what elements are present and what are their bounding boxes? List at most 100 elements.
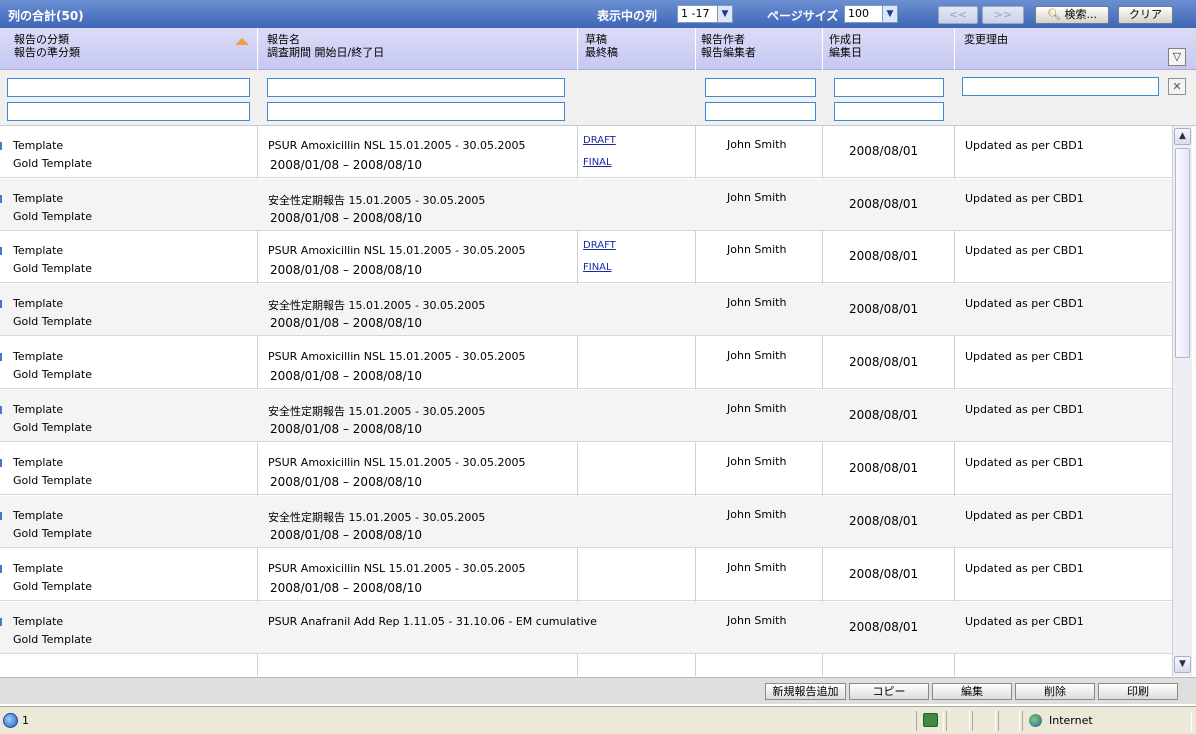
scroll-thumb[interactable] (1175, 148, 1190, 358)
scroll-down-icon[interactable]: ▼ (1174, 656, 1191, 673)
cell-category: Template (13, 403, 64, 416)
header-created[interactable]: 作成日 編集日 (829, 33, 862, 59)
final-link[interactable]: FINAL (583, 157, 612, 168)
page-size-select[interactable]: 100 ▼ (844, 5, 898, 23)
cell-period: 2008/01/08 – 2008/08/10 (270, 528, 422, 542)
cell-author: John Smith (727, 191, 787, 204)
table-row[interactable]: Template Gold Template PSUR Amoxicillin NS… (0, 549, 1172, 601)
row-marker (0, 512, 2, 520)
table-row[interactable]: Template Gold Template PSUR Amoxicillin NS… (0, 231, 1172, 283)
cell-subcategory: Gold Template (13, 633, 92, 646)
header-editor-label: 報告編集者 (701, 46, 756, 59)
vertical-scrollbar[interactable]: ▲ ▼ (1172, 126, 1192, 676)
cell-report-name: 安全性定期報告 15.01.2005 - 30.05.2005 (268, 194, 486, 207)
browser-statusbar: 1 Internet (0, 706, 1196, 734)
cell-subcategory: Gold Template (13, 527, 92, 540)
draft-link[interactable]: DRAFT (583, 135, 616, 146)
page-size-value: 100 (848, 7, 869, 20)
column-divider (577, 28, 578, 70)
cell-category: Template (13, 615, 64, 628)
visible-columns-value: 1 -17 (681, 7, 710, 20)
table-row[interactable]: Template Gold Template 安全性定期報告 15.01.2005 … (0, 179, 1172, 231)
filter-editor-input[interactable] (705, 102, 816, 121)
status-segment (946, 711, 970, 731)
draft-link[interactable]: DRAFT (583, 240, 616, 251)
cell-subcategory: Gold Template (13, 262, 92, 275)
row-marker (0, 406, 2, 414)
cell-category: Template (13, 350, 64, 363)
cell-report-name: 安全性定期報告 15.01.2005 - 30.05.2005 (268, 405, 486, 418)
add-report-button[interactable]: 新規報告追加 (765, 683, 846, 700)
header-final-label: 最終稿 (585, 46, 618, 59)
prev-page-button[interactable]: << (938, 6, 978, 24)
cell-author: John Smith (727, 243, 787, 256)
sort-ascending-icon[interactable] (235, 38, 249, 45)
cell-subcategory: Gold Template (13, 580, 92, 593)
cell-author: John Smith (727, 402, 787, 415)
header-category[interactable]: 報告の分類 報告の準分類 (14, 33, 80, 59)
cell-date: 2008/08/01 (849, 408, 919, 422)
column-divider (695, 28, 696, 70)
delete-button[interactable]: 削除 (1015, 683, 1095, 700)
final-link[interactable]: FINAL (583, 262, 612, 273)
grid-titlebar: 列の合計(50) 表示中の列 1 -17 ▼ ページサイズ 100 ▼ << >… (0, 0, 1196, 28)
close-icon[interactable]: ✕ (1168, 78, 1186, 95)
header-period-label: 調査期間 開始日/終了日 (267, 46, 385, 59)
column-divider (822, 28, 823, 70)
filter-category-input[interactable] (7, 78, 250, 97)
cell-date: 2008/08/01 (849, 249, 919, 263)
filter-row: ✕ (0, 70, 1196, 126)
cell-date: 2008/08/01 (849, 355, 919, 369)
filter-period-input[interactable] (267, 102, 565, 121)
cell-period: 2008/01/08 – 2008/08/10 (270, 158, 422, 172)
header-draft[interactable]: 草稿 最終稿 (585, 33, 618, 59)
cell-category: Template (13, 456, 64, 469)
filter-author-input[interactable] (705, 78, 816, 97)
header-reason[interactable]: 変更理由 (964, 33, 1008, 46)
header-author[interactable]: 報告作者 報告編集者 (701, 33, 756, 59)
table-row[interactable]: Template Gold Template PSUR Amoxicillin NS… (0, 337, 1172, 389)
cell-period: 2008/01/08 – 2008/08/10 (270, 211, 422, 225)
cell-reason: Updated as per CBD1 (965, 244, 1084, 257)
table-row[interactable]: Template Gold Template PSUR Amoxicillin NS… (0, 443, 1172, 495)
cell-reason: Updated as per CBD1 (965, 562, 1084, 575)
column-divider (954, 28, 955, 70)
ie-page-icon (3, 713, 18, 728)
table-row[interactable]: Template Gold Template PSUR Anafranil Add … (0, 602, 1172, 654)
filter-reason-input[interactable] (962, 77, 1159, 96)
print-button[interactable]: 印刷 (1098, 683, 1178, 700)
search-button[interactable]: 🔍︎ 検索... (1035, 6, 1109, 24)
cell-report-name: PSUR Amoxicillin NSL 15.01.2005 - 30.05.… (268, 456, 526, 469)
filter-report-name-input[interactable] (267, 78, 565, 97)
header-report-name[interactable]: 報告名 調査期間 開始日/終了日 (267, 33, 384, 59)
next-page-button[interactable]: >> (982, 6, 1024, 24)
cell-period: 2008/01/08 – 2008/08/10 (270, 475, 422, 489)
chevron-down-icon: ▼ (717, 6, 732, 22)
scroll-up-icon[interactable]: ▲ (1174, 128, 1191, 145)
row-marker (0, 459, 2, 467)
cell-author: John Smith (727, 455, 787, 468)
cell-report-name: 安全性定期報告 15.01.2005 - 30.05.2005 (268, 299, 486, 312)
cell-reason: Updated as per CBD1 (965, 192, 1084, 205)
cell-reason: Updated as per CBD1 (965, 615, 1084, 628)
clear-button[interactable]: クリア (1118, 6, 1173, 24)
cell-report-name: 安全性定期報告 15.01.2005 - 30.05.2005 (268, 511, 486, 524)
filter-subcategory-input[interactable] (7, 102, 250, 121)
action-bar: 新規報告追加 コピー 編集 削除 印刷 (0, 677, 1196, 704)
copy-button[interactable]: コピー (849, 683, 929, 700)
filter-created-input[interactable] (834, 78, 944, 97)
table-row[interactable]: Template Gold Template 安全性定期報告 15.01.2005 … (0, 496, 1172, 548)
table-row[interactable]: Template Gold Template 安全性定期報告 15.01.2005 … (0, 284, 1172, 336)
cell-subcategory: Gold Template (13, 474, 92, 487)
filter-edited-input[interactable] (834, 102, 944, 121)
table-row[interactable]: Template Gold Template PSUR Amoxicillin NS… (0, 126, 1172, 178)
visible-columns-select[interactable]: 1 -17 ▼ (677, 5, 733, 23)
cell-author: John Smith (727, 296, 787, 309)
filter-icon[interactable]: ▽ (1168, 48, 1186, 66)
table-row[interactable]: Template Gold Template 安全性定期報告 15.01.2005 … (0, 390, 1172, 442)
cell-subcategory: Gold Template (13, 157, 92, 170)
cell-author: John Smith (727, 614, 787, 627)
status-zone-text: Internet (1049, 714, 1093, 727)
edit-button[interactable]: 編集 (932, 683, 1012, 700)
row-marker (0, 142, 2, 150)
